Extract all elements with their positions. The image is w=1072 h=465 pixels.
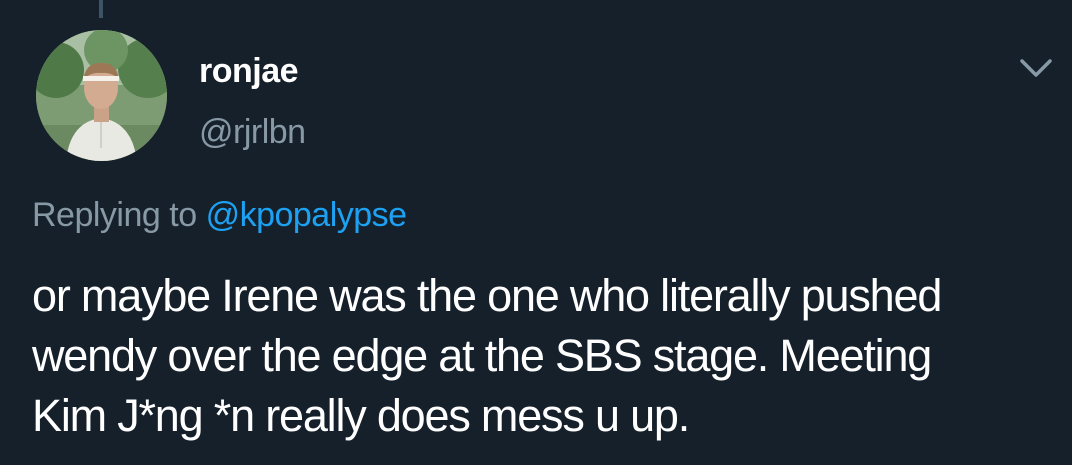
thread-connector-line [99, 0, 103, 18]
tweet-text: or maybe Irene was the one who literally… [32, 266, 1042, 446]
tweet-line: wendy over the edge at the SBS stage. Me… [32, 330, 932, 381]
reply-target-link[interactable]: @kpopalypse [206, 196, 408, 234]
tweet-line: Kim J*ng *n really does mess u up. [32, 390, 690, 441]
avatar-photo [36, 30, 167, 161]
replying-to-label: Replying to [32, 196, 197, 234]
chevron-down-icon[interactable] [1016, 56, 1056, 80]
user-handle[interactable]: @rjrlbn [199, 113, 306, 152]
tweet-line: or maybe Irene was the one who literally… [32, 270, 942, 321]
replying-to-line: Replying to @kpopalypse [32, 196, 407, 235]
user-display-name[interactable]: ronjae [199, 52, 299, 91]
avatar[interactable] [36, 30, 167, 161]
